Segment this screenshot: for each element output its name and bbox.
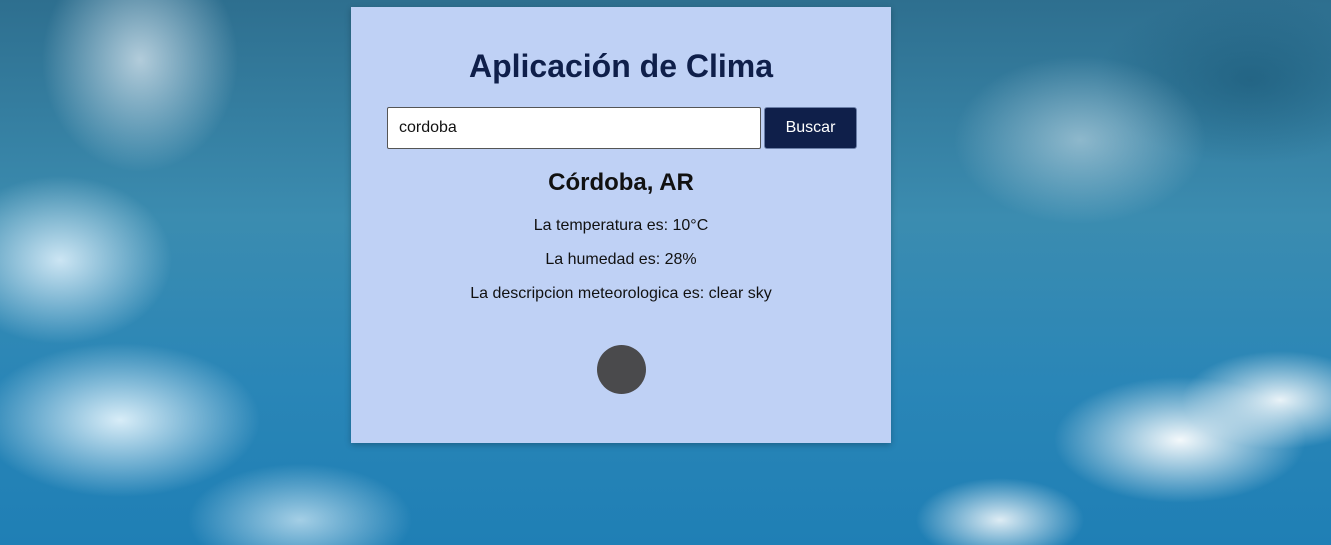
- search-input[interactable]: [387, 107, 761, 149]
- city-name: Córdoba, AR: [548, 169, 694, 196]
- page-title: Aplicación de Clima: [468, 48, 774, 84]
- humidity-text: La humedad es: 28%: [545, 251, 697, 268]
- temperature-text: La temperatura es: 10°C: [533, 217, 709, 234]
- search-button[interactable]: Buscar: [764, 107, 857, 149]
- weather-icon: [597, 345, 646, 394]
- weather-card: Aplicación de Clima Buscar Córdoba, AR L…: [351, 7, 891, 443]
- search-bar: Buscar: [387, 107, 857, 149]
- description-text: La descripcion meteorologica es: clear s…: [470, 285, 772, 302]
